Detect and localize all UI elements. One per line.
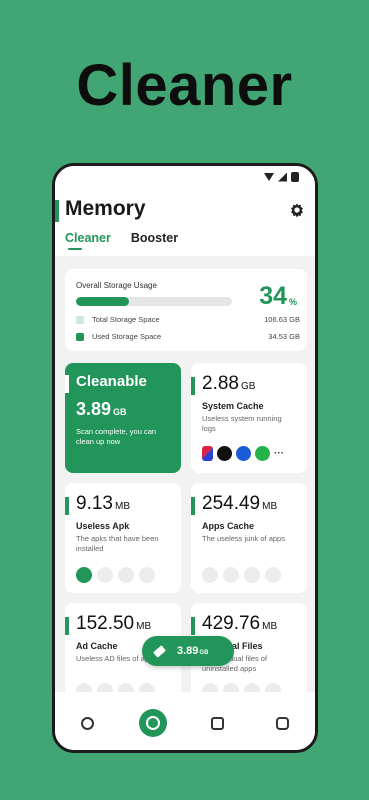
- cleanable-value: 3.89 GB: [76, 399, 127, 420]
- cleanable-description: Scan complete, you can clean up now: [76, 427, 157, 447]
- placeholder-icon: [244, 567, 260, 583]
- app-icons-row: ···: [202, 446, 284, 461]
- placeholder-icon: [118, 567, 134, 583]
- app-icon: [202, 446, 213, 461]
- ad-cache-value: 152.50 MB: [76, 613, 151, 635]
- cleaner-icon: [145, 716, 160, 730]
- nav-item-settings[interactable]: [74, 709, 102, 737]
- ad-cache-title: Ad Cache: [76, 641, 118, 651]
- system-cache-title: System Cache: [202, 401, 264, 411]
- tab-booster[interactable]: Booster: [131, 231, 178, 250]
- placeholder-icon: [223, 567, 239, 583]
- card-number: 2.88: [202, 373, 239, 394]
- card-accent-bar: [191, 497, 195, 515]
- total-storage-value: 106.63 GB: [264, 315, 300, 324]
- app-icon: [236, 446, 251, 461]
- system-cache-value: 2.88 GB: [202, 373, 255, 395]
- clean-button-value: 3.89GB: [177, 645, 208, 657]
- cleanable-card[interactable]: Cleanable 3.89 GB Scan complete, you can …: [65, 363, 181, 473]
- system-cache-description: Useless system running logs: [202, 414, 282, 434]
- cleanable-accent-bar: [65, 375, 69, 393]
- page-title: Memory: [65, 197, 146, 220]
- used-storage-row: Used Storage Space 34.53 GB: [76, 332, 300, 341]
- useless-apk-value: 9.13 MB: [76, 493, 130, 515]
- clean-button-number: 3.89: [177, 645, 199, 657]
- nav-item-cleaner[interactable]: [138, 709, 167, 737]
- more-icon[interactable]: ···: [274, 448, 284, 459]
- used-legend-dot: [76, 332, 84, 341]
- broom-icon: [154, 646, 165, 657]
- total-storage-label: Total Storage Space: [92, 315, 160, 324]
- signal-icon: [278, 172, 287, 182]
- clean-button[interactable]: 3.89GB: [142, 636, 234, 666]
- useless-apk-description: The apks that have been installed: [76, 534, 159, 554]
- card-number: 152.50: [76, 613, 135, 634]
- card-unit: MB: [114, 501, 130, 512]
- gear-icon: [81, 716, 94, 730]
- apps-cache-description: The useless junk of apps: [202, 534, 285, 543]
- useless-apk-card[interactable]: 9.13 MB Useless Apk The apks that have be…: [65, 483, 181, 593]
- used-storage-value: 34.53 GB: [268, 332, 300, 341]
- storage-percent: 34: [259, 282, 287, 310]
- card-accent-bar: [191, 617, 195, 635]
- card-unit: MB: [136, 621, 152, 632]
- status-bar: [264, 172, 299, 182]
- card-number: 429.76: [202, 613, 261, 634]
- card-unit: GB: [240, 381, 256, 392]
- card-accent-bar: [65, 617, 69, 635]
- placeholder-icon: [139, 567, 155, 583]
- promo-title: Cleaner: [76, 53, 293, 118]
- clean-button-unit: GB: [199, 650, 209, 656]
- tiktok-icon: [217, 446, 232, 461]
- useless-apk-title: Useless Apk: [76, 521, 130, 531]
- title-accent-bar: [55, 200, 59, 222]
- apps-icons-row: [202, 567, 281, 583]
- apk-icons-row: [76, 567, 155, 583]
- storage-progress-fill: [76, 297, 130, 306]
- total-legend-dot: [76, 315, 84, 324]
- card-unit: MB: [262, 621, 278, 632]
- used-storage-label: Used Storage Space: [92, 332, 162, 341]
- battery-icon: [291, 172, 299, 182]
- card-accent-bar: [65, 497, 69, 515]
- cleanable-unit: GB: [113, 407, 127, 417]
- nav-item-storage[interactable]: [204, 709, 232, 737]
- placeholder-icon: [202, 567, 218, 583]
- storage-percent-sign: %: [288, 297, 297, 307]
- placeholder-icon: [97, 567, 113, 583]
- total-storage-row: Total Storage Space 106.63 GB: [76, 315, 300, 324]
- placeholder-icon: [265, 567, 281, 583]
- cleanable-number: 3.89: [76, 399, 112, 419]
- chat-icon: [276, 716, 289, 730]
- apps-cache-title: Apps Cache: [202, 521, 255, 531]
- bottom-nav: [55, 692, 315, 750]
- tab-bar: Cleaner Booster: [65, 231, 178, 250]
- phone-frame: Memory Cleaner Booster Overall Storage U…: [52, 163, 318, 753]
- residual-files-value: 429.76 MB: [202, 613, 277, 635]
- tab-cleaner[interactable]: Cleaner: [65, 231, 111, 250]
- nav-item-chat[interactable]: [269, 709, 297, 737]
- storage-usage-card: Overall Storage Usage 34 % Total Storage…: [65, 269, 307, 351]
- storage-progress-bar: [76, 297, 232, 306]
- card-number: 9.13: [76, 493, 113, 514]
- cleanable-title: Cleanable: [76, 373, 147, 390]
- card-unit: MB: [262, 501, 278, 512]
- card-accent-bar: [191, 377, 195, 395]
- storage-usage-label: Overall Storage Usage: [76, 281, 157, 290]
- app-icon: [255, 446, 270, 461]
- system-cache-card[interactable]: 2.88 GB System Cache Useless system runni…: [191, 363, 307, 473]
- wifi-icon: [264, 173, 274, 181]
- storage-icon: [211, 716, 224, 730]
- apps-cache-card[interactable]: 254.49 MB Apps Cache The useless junk of …: [191, 483, 307, 593]
- apps-cache-value: 254.49 MB: [202, 493, 277, 515]
- apk-icon: [76, 567, 92, 583]
- app-header: Memory Cleaner Booster: [55, 166, 315, 256]
- gear-icon[interactable]: [289, 202, 305, 218]
- card-number: 254.49: [202, 493, 261, 514]
